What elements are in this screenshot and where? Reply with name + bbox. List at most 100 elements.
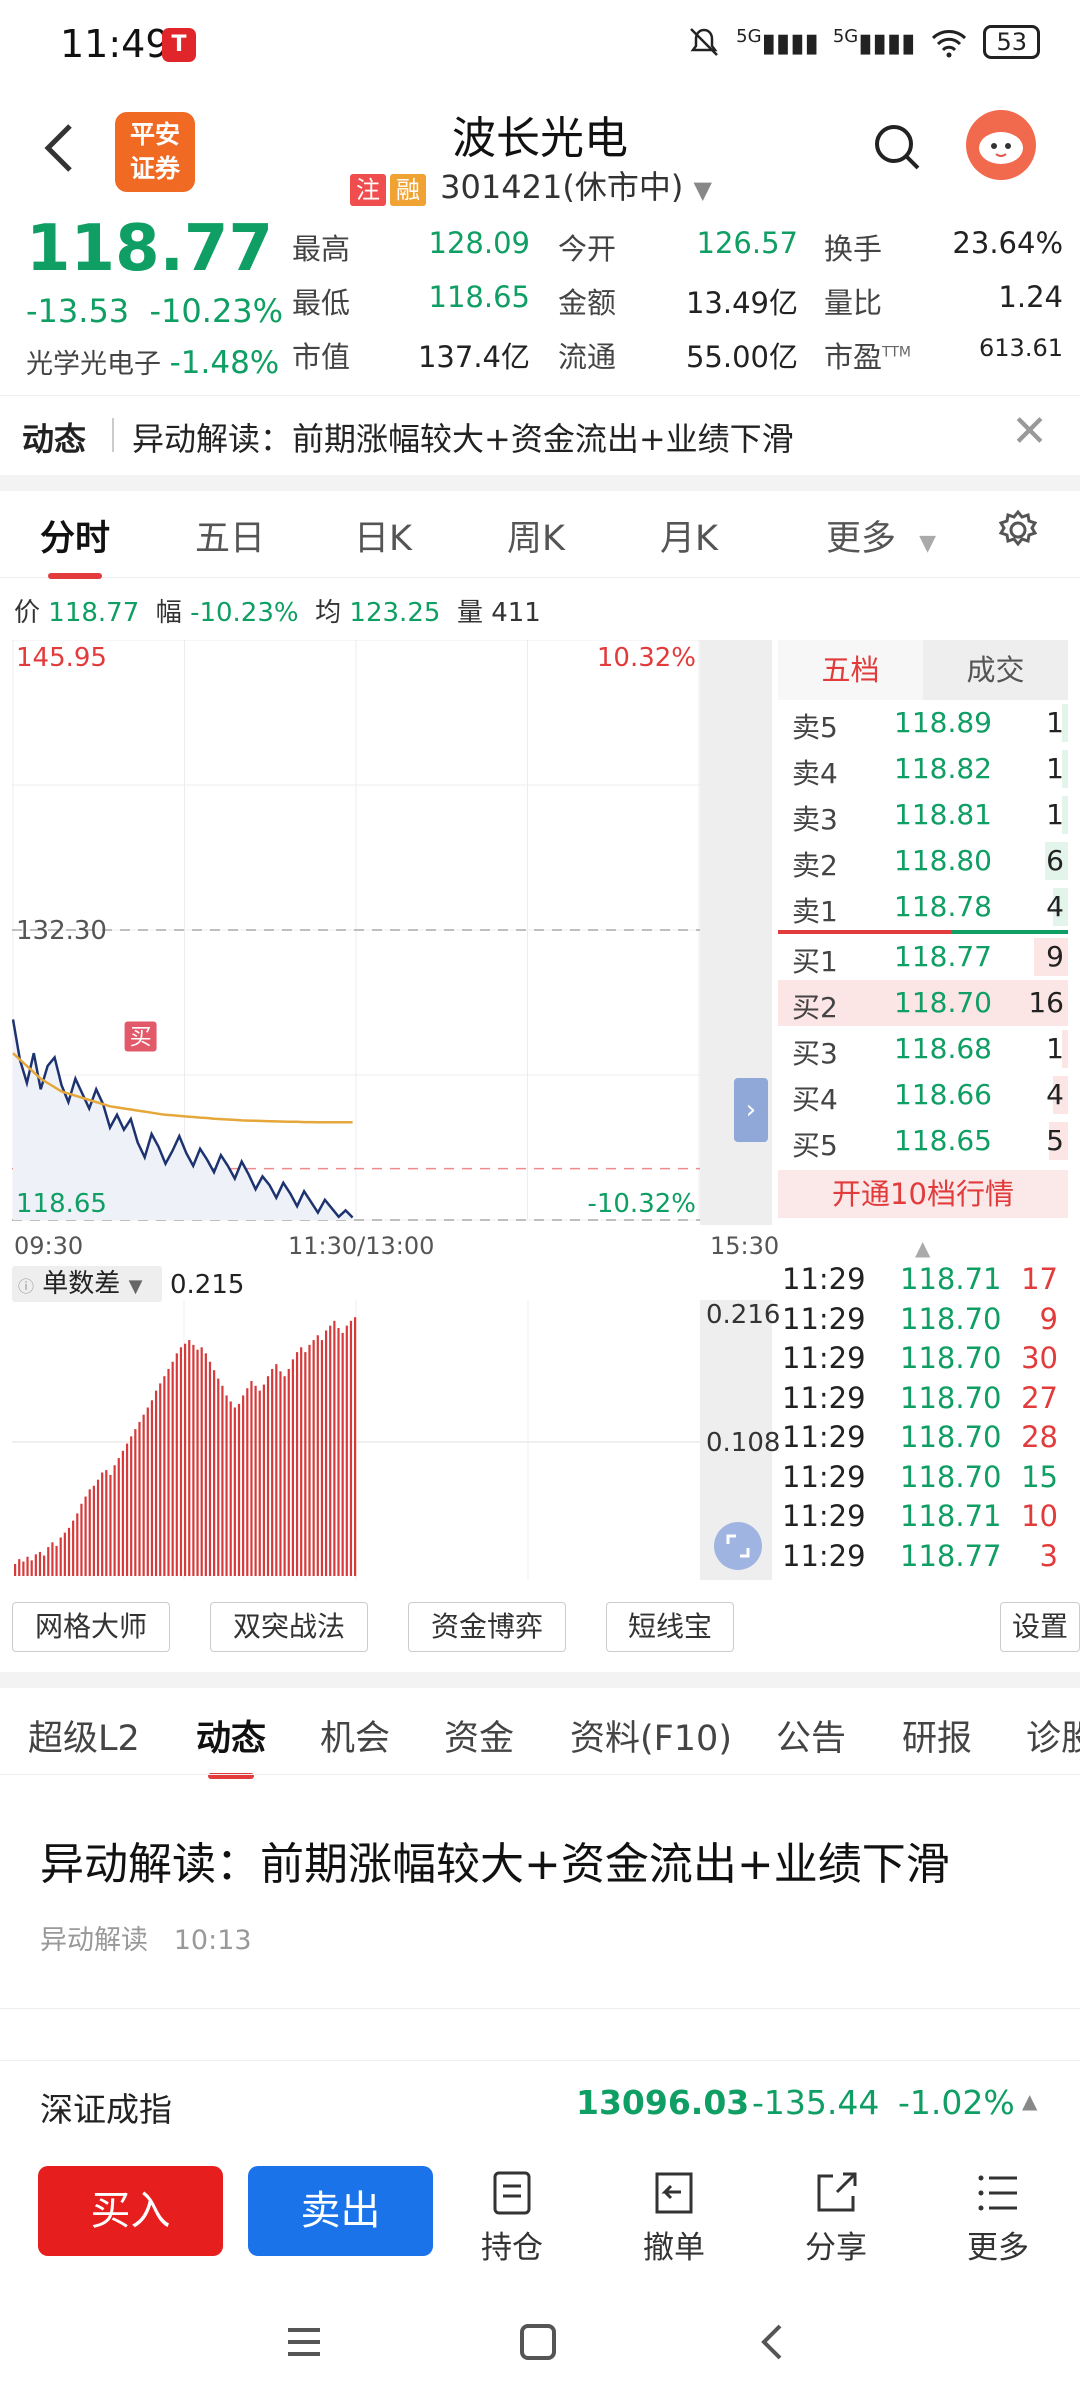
stock-code: 301421 bbox=[440, 168, 563, 206]
close-icon[interactable]: ✕ bbox=[1011, 406, 1048, 457]
upgrade-10-levels-button[interactable]: 开通10档行情 bbox=[778, 1170, 1068, 1218]
assistant-avatar-icon[interactable] bbox=[966, 110, 1036, 180]
tool-short-term[interactable]: 短线宝 bbox=[606, 1602, 734, 1652]
level-price: 118.89 bbox=[894, 706, 992, 739]
expand-chevron-icon[interactable]: › bbox=[734, 1078, 768, 1142]
level-price: 118.81 bbox=[894, 798, 992, 831]
tool-double-breakout[interactable]: 双突战法 bbox=[210, 1602, 368, 1652]
ask-level[interactable]: 卖5 118.89 1 bbox=[778, 700, 1068, 746]
stock-code-line[interactable]: 注融 301421(休市中) ▼ bbox=[350, 162, 712, 208]
quote-field-label: 换手 bbox=[824, 232, 883, 266]
buy-signal-label: 买 bbox=[130, 1025, 152, 1050]
quote-field-label: 最高 bbox=[292, 232, 351, 266]
tab-news[interactable]: 动态 bbox=[196, 1710, 266, 1779]
share-button[interactable]: 分享 bbox=[776, 2164, 896, 2267]
indicator-bar bbox=[167, 1368, 170, 1576]
tick-time: 11:29 bbox=[782, 1459, 866, 1494]
quote-field-value: 137.4亿 bbox=[417, 340, 530, 374]
ask-level[interactable]: 卖1 118.78 4 bbox=[778, 884, 1068, 930]
ask-level[interactable]: 卖2 118.80 6 bbox=[778, 838, 1068, 884]
back-nav-icon[interactable] bbox=[756, 2322, 786, 2366]
tick-price: 118.71 bbox=[900, 1262, 1002, 1296]
wifi-icon bbox=[932, 30, 967, 58]
tick-price: 118.77 bbox=[900, 1538, 1002, 1573]
industry-change[interactable]: 光学光电子 -1.48% bbox=[26, 342, 279, 381]
market-state: (休市中) bbox=[562, 168, 684, 206]
tab-capital[interactable]: 资金 bbox=[444, 1710, 514, 1761]
bid-level[interactable]: 买5 118.65 5 bbox=[778, 1118, 1068, 1164]
cancel-order-button[interactable]: 撤单 bbox=[614, 2164, 734, 2267]
status-time: 11:49 bbox=[60, 22, 170, 66]
indicator-bar bbox=[150, 1400, 154, 1576]
tab-research[interactable]: 研报 bbox=[902, 1710, 972, 1761]
tab-five-levels[interactable]: 五档 bbox=[778, 640, 923, 700]
level-qty: 6 bbox=[1046, 844, 1064, 877]
search-icon[interactable] bbox=[872, 122, 922, 172]
indicator-bar bbox=[295, 1352, 299, 1576]
index-value: 13096.03 bbox=[576, 2083, 750, 2122]
bid-level[interactable]: 买4 118.66 4 bbox=[778, 1072, 1068, 1118]
quote-field-value: 118.65 bbox=[428, 280, 530, 314]
buy-button[interactable]: 买入 bbox=[38, 2166, 223, 2256]
expand-up-icon[interactable]: ▲ bbox=[1022, 2089, 1037, 2113]
holdings-button[interactable]: 持仓 bbox=[452, 2164, 572, 2267]
quote-field-value: 126.57 bbox=[696, 226, 798, 260]
quote-field-label: 金额 bbox=[558, 286, 617, 320]
news-banner[interactable]: 动态 异动解读：前期涨幅较大+资金流出+业绩下滑 ✕ bbox=[0, 395, 1080, 475]
indicator-bar bbox=[121, 1450, 125, 1576]
indicator-bar bbox=[341, 1332, 344, 1576]
tab-announcement[interactable]: 公告 bbox=[776, 1710, 846, 1761]
tool-settings[interactable]: 设置 bbox=[1000, 1602, 1080, 1652]
index-ticker[interactable]: 深证成指 13096.03 -135.44 -1.02% ▲ bbox=[0, 2060, 1080, 2144]
tab-weekly-k[interactable]: 周K bbox=[507, 510, 565, 561]
indicator-bar bbox=[271, 1368, 274, 1576]
recent-apps-icon[interactable] bbox=[284, 2322, 324, 2366]
bid-level[interactable]: 买3 118.68 1 bbox=[778, 1026, 1068, 1072]
level-qty: 1 bbox=[1046, 1032, 1064, 1065]
indicator-bar bbox=[63, 1532, 66, 1576]
fullscreen-icon[interactable] bbox=[714, 1522, 762, 1570]
tool-capital-game[interactable]: 资金博弈 bbox=[408, 1602, 566, 1652]
scroll-up-icon[interactable]: ▲ bbox=[915, 1236, 930, 1260]
tab-super-l2[interactable]: 超级L2 bbox=[28, 1710, 140, 1761]
news-item[interactable]: 异动解读：前期涨幅较大+资金流出+业绩下滑 异动解读 10:13 bbox=[0, 1778, 1080, 2008]
undo-tray-icon bbox=[614, 2164, 734, 2222]
home-icon[interactable] bbox=[518, 2322, 558, 2366]
more-button[interactable]: 更多 bbox=[938, 2164, 1058, 2267]
chart-period-tabs: 分时 五日 日K 周K 月K 更多 ▼ bbox=[0, 490, 1080, 579]
tick-time: 11:29 bbox=[782, 1341, 866, 1375]
level-label: 卖1 bbox=[792, 895, 838, 928]
dropdown-caret-icon: ▼ bbox=[693, 176, 712, 204]
tab-more[interactable]: 更多 ▼ bbox=[826, 510, 936, 561]
tab-diagnosis[interactable]: 诊股 bbox=[1026, 1710, 1080, 1761]
intraday-chart[interactable]: 买 145.95 10.32% 132.30 118.65 -10.32% bbox=[12, 640, 700, 1225]
indicator-selector[interactable]: ⓘ 单数差 ▼ bbox=[12, 1266, 162, 1302]
indicator-bar bbox=[80, 1503, 83, 1576]
indicator-bar bbox=[18, 1559, 21, 1576]
level-qty: 16 bbox=[1028, 986, 1064, 1019]
tick-time: 11:29 bbox=[782, 1380, 866, 1415]
y-axis-min: 118.65 bbox=[16, 1189, 107, 1219]
tab-f10[interactable]: 资料(F10) bbox=[570, 1710, 732, 1761]
tab-trades[interactable]: 成交 bbox=[923, 640, 1068, 700]
ask-level[interactable]: 卖4 118.82 1 bbox=[778, 746, 1068, 792]
indicator-bar bbox=[130, 1436, 133, 1576]
tab-five-day[interactable]: 五日 bbox=[195, 510, 265, 561]
tab-intraday[interactable]: 分时 bbox=[40, 510, 110, 579]
bid-level[interactable]: 买1 118.77 9 bbox=[778, 934, 1068, 980]
settings-gear-icon[interactable] bbox=[996, 508, 1040, 556]
indicator-axis-top: 0.216 bbox=[706, 1300, 781, 1330]
tab-monthly-k[interactable]: 月K bbox=[660, 510, 718, 561]
tab-daily-k[interactable]: 日K bbox=[354, 510, 412, 561]
bid-level[interactable]: 买2 118.70 16 bbox=[778, 980, 1068, 1026]
tool-grid-master[interactable]: 网格大师 bbox=[12, 1602, 170, 1652]
ask-level[interactable]: 卖3 118.81 1 bbox=[778, 792, 1068, 838]
tab-opportunity[interactable]: 机会 bbox=[320, 1710, 390, 1761]
level-qty: 1 bbox=[1046, 706, 1064, 739]
sell-button[interactable]: 卖出 bbox=[248, 2166, 433, 2256]
indicator-bar bbox=[320, 1340, 324, 1576]
crosshair-info: 价 118.77 幅 -10.23% 均 123.25 量 411 bbox=[14, 598, 541, 628]
tick-price: 118.71 bbox=[900, 1499, 1002, 1533]
banner-divider bbox=[112, 418, 114, 452]
indicator-chart[interactable] bbox=[12, 1300, 700, 1580]
